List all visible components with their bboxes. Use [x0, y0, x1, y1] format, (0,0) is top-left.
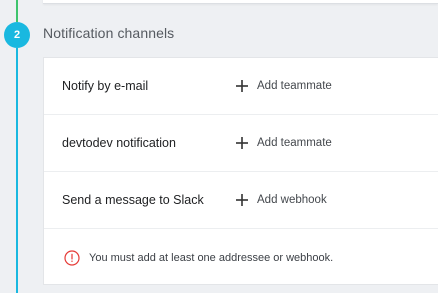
timeline-line: [16, 48, 18, 293]
notification-channels-card: Notify by e-mail Add teammate devtodev n…: [43, 57, 438, 285]
channel-row-slack: Send a message to Slack Add webhook: [44, 172, 438, 229]
plus-icon: [236, 194, 248, 206]
add-teammate-email-button[interactable]: Add teammate: [236, 80, 332, 92]
action-label: Add teammate: [257, 137, 332, 149]
section-title: Notification channels: [43, 25, 175, 41]
plus-icon: [236, 137, 248, 149]
action-label: Add webhook: [257, 194, 327, 206]
channel-label: Notify by e-mail: [62, 79, 149, 93]
channel-label: devtodev notification: [62, 136, 176, 150]
channel-label: Send a message to Slack: [62, 193, 204, 207]
add-webhook-button[interactable]: Add webhook: [236, 194, 327, 206]
add-teammate-devtodev-button[interactable]: Add teammate: [236, 137, 332, 149]
warning-text: You must add at least one addressee or w…: [89, 251, 334, 264]
previous-step-card: [43, 0, 438, 4]
validation-warning: You must add at least one addressee or w…: [44, 229, 438, 286]
plus-icon: [236, 80, 248, 92]
step-number-badge: 2: [4, 22, 30, 48]
channel-row-devtodev: devtodev notification Add teammate: [44, 115, 438, 172]
action-label: Add teammate: [257, 80, 332, 92]
step-number: 2: [13, 29, 21, 41]
exclamation-circle-icon: [64, 249, 80, 266]
channel-row-email: Notify by e-mail Add teammate: [44, 58, 438, 115]
timeline-line-completed: [16, 0, 18, 22]
